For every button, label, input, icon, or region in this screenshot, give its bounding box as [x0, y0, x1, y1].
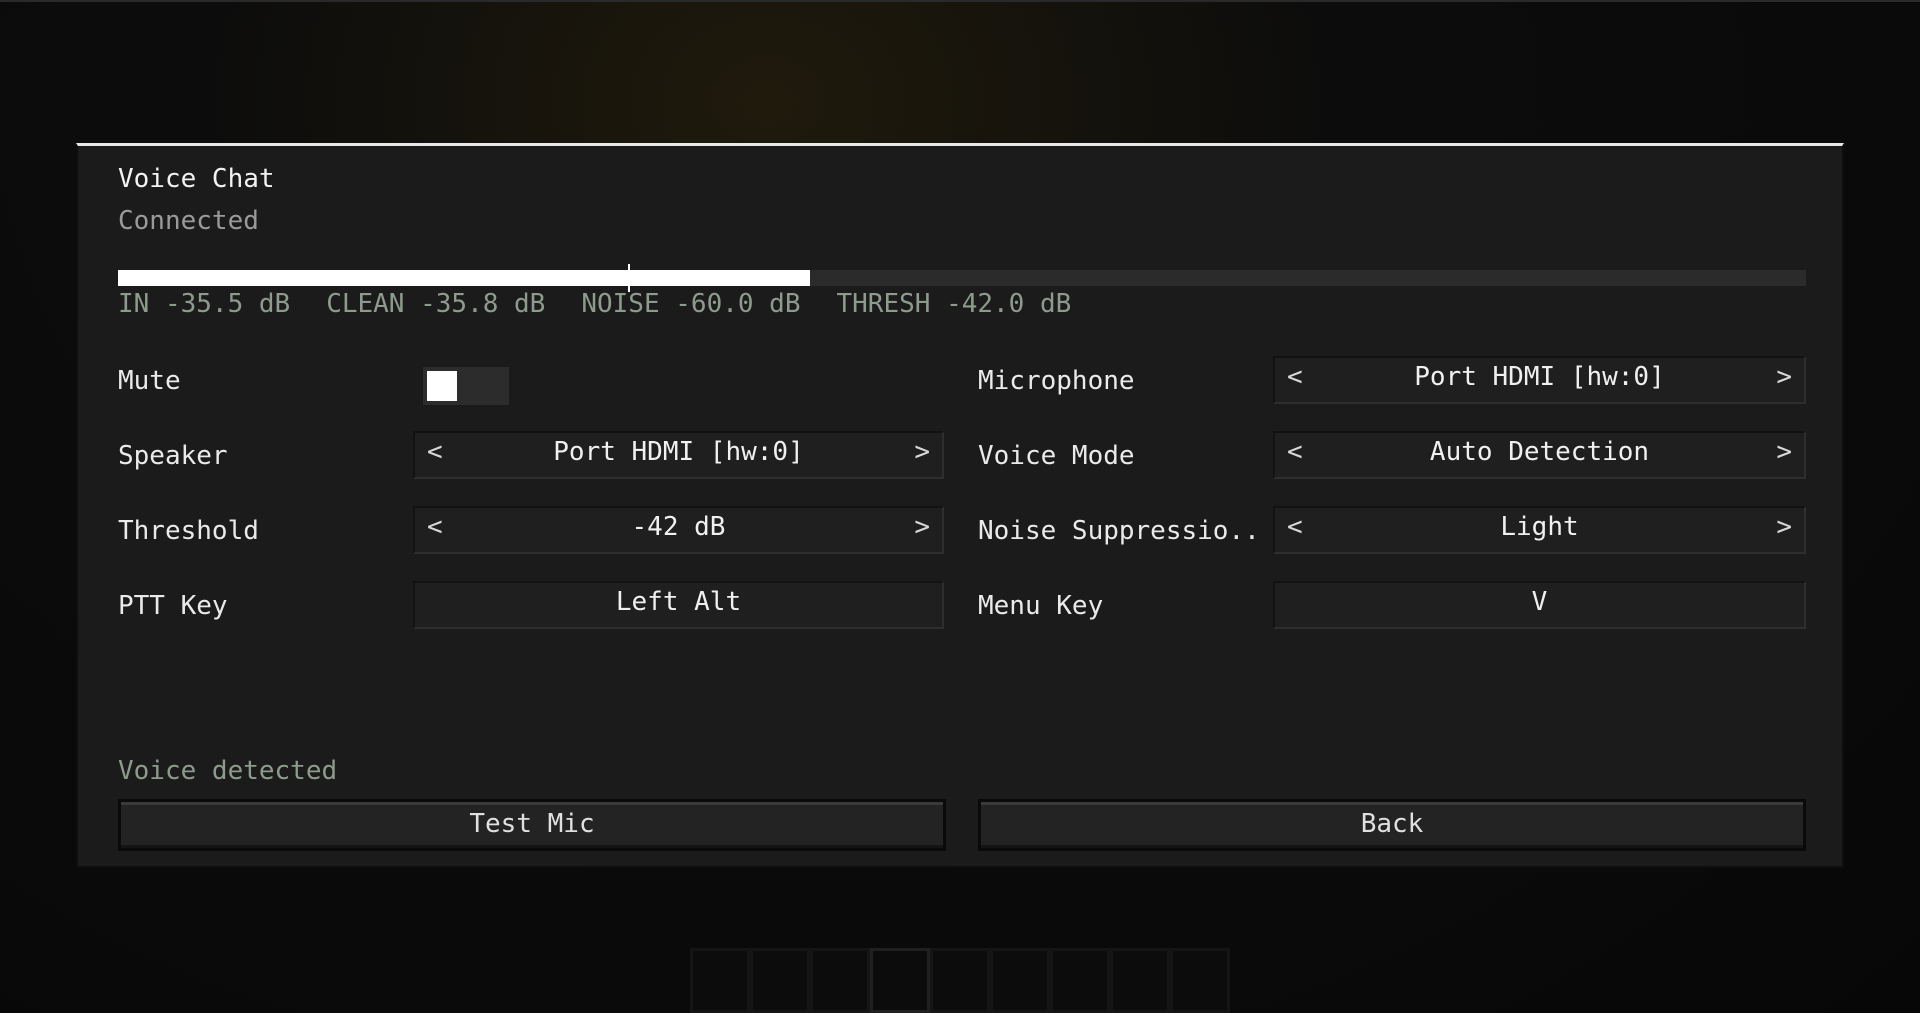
speaker-value: Port HDMI [hw:0]	[553, 437, 804, 467]
voice-detected-status: Voice detected	[118, 756, 338, 786]
connection-status: Connected	[118, 206, 259, 236]
threshold-label: Threshold	[118, 516, 259, 546]
chevron-right-icon[interactable]: >	[914, 512, 930, 542]
ptt-key-value: Left Alt	[615, 587, 742, 617]
mute-label: Mute	[118, 366, 181, 396]
voice-chat-panel: Voice Chat Connected IN -35.5 dB CLEAN -…	[76, 143, 1844, 868]
menu-key-button[interactable]: V	[1273, 581, 1806, 629]
screen-top-border	[0, 0, 1920, 2]
readout-clean: CLEAN -35.8 dB	[326, 289, 546, 319]
threshold-marker	[628, 264, 630, 292]
input-level-meter	[118, 264, 1806, 292]
readout-thresh: THRESH -42.0 dB	[836, 289, 1072, 319]
hotbar-slot	[750, 948, 810, 1013]
hotbar-slot	[1170, 948, 1230, 1013]
hotbar-slot-selected	[870, 948, 930, 1013]
hotbar-slot	[990, 948, 1050, 1013]
noise-suppression-selector[interactable]: < Light >	[1273, 506, 1806, 554]
hotbar-slot	[1050, 948, 1110, 1013]
test-mic-button[interactable]: Test Mic	[118, 799, 946, 851]
chevron-right-icon[interactable]: >	[1776, 362, 1792, 392]
back-button[interactable]: Back	[978, 799, 1806, 851]
hotbar-slot	[690, 948, 750, 1013]
background-hotbar	[690, 948, 1230, 1013]
mute-toggle-knob	[427, 371, 457, 401]
voice-mode-label: Voice Mode	[978, 441, 1135, 471]
chevron-right-icon[interactable]: >	[1776, 512, 1792, 542]
level-readouts: IN -35.5 dB CLEAN -35.8 dB NOISE -60.0 d…	[118, 289, 1071, 319]
voice-mode-selector[interactable]: < Auto Detection >	[1273, 431, 1806, 479]
menu-key-label: Menu Key	[978, 591, 1104, 621]
threshold-selector[interactable]: < -42 dB >	[413, 506, 944, 554]
microphone-selector[interactable]: < Port HDMI [hw:0] >	[1273, 356, 1806, 404]
noise-suppression-value: Light	[1500, 512, 1579, 542]
voice-mode-value: Auto Detection	[1429, 437, 1650, 467]
menu-key-value: V	[1531, 587, 1548, 617]
readout-noise: NOISE -60.0 dB	[581, 289, 801, 319]
microphone-value: Port HDMI [hw:0]	[1414, 362, 1665, 392]
noise-suppression-label: Noise Suppressio..	[978, 516, 1260, 546]
hotbar-slot	[810, 948, 870, 1013]
hotbar-slot	[1110, 948, 1170, 1013]
chevron-right-icon[interactable]: >	[914, 437, 930, 467]
input-level-fill	[118, 270, 810, 286]
panel-title: Voice Chat	[118, 164, 275, 194]
readout-in: IN -35.5 dB	[118, 289, 291, 319]
threshold-value: -42 dB	[631, 512, 726, 542]
hotbar-slot	[930, 948, 990, 1013]
mute-toggle[interactable]	[421, 365, 511, 407]
microphone-label: Microphone	[978, 366, 1135, 396]
speaker-label: Speaker	[118, 441, 228, 471]
speaker-selector[interactable]: < Port HDMI [hw:0] >	[413, 431, 944, 479]
ptt-key-label: PTT Key	[118, 591, 228, 621]
ptt-key-button[interactable]: Left Alt	[413, 581, 944, 629]
chevron-right-icon[interactable]: >	[1776, 437, 1792, 467]
